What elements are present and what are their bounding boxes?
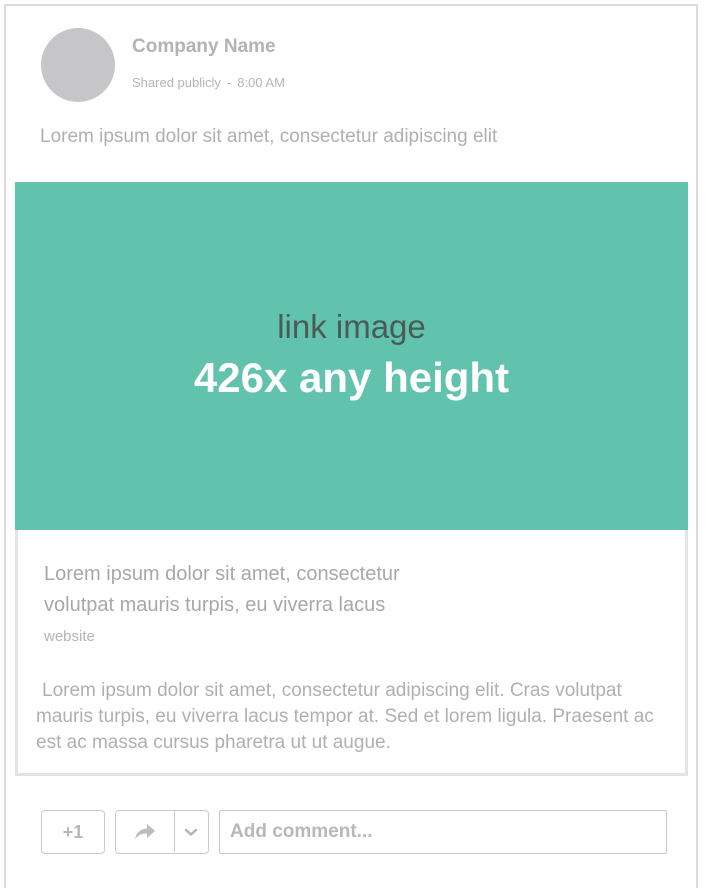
link-preview[interactable]: link image 426x any height Lorem ipsum d… bbox=[15, 182, 688, 776]
share-dropdown-button[interactable] bbox=[174, 811, 208, 852]
link-description: Lorem ipsum dolor sit amet, consectetur … bbox=[36, 680, 654, 753]
post-text: Lorem ipsum dolor sit amet, consectetur … bbox=[40, 126, 498, 147]
plus-one-button[interactable]: +1 bbox=[41, 810, 105, 854]
link-domain: website bbox=[44, 628, 95, 645]
comment-input[interactable] bbox=[219, 810, 667, 854]
post-meta: Shared publicly -8:00 AM bbox=[132, 75, 285, 90]
visibility-label: Shared publicly bbox=[132, 75, 221, 90]
company-name[interactable]: Company Name bbox=[132, 36, 276, 58]
share-button-group bbox=[115, 810, 209, 854]
chevron-down-icon bbox=[184, 828, 198, 836]
link-image-size: 426x any height bbox=[193, 354, 510, 401]
link-image[interactable]: link image 426x any height bbox=[15, 182, 688, 530]
meta-separator: - bbox=[226, 75, 232, 90]
post-time[interactable]: 8:00 AM bbox=[237, 75, 285, 90]
link-image-caption: link image bbox=[277, 308, 426, 345]
share-arrow-icon bbox=[135, 823, 155, 839]
link-title[interactable]: Lorem ipsum dolor sit amet, consectetur … bbox=[44, 559, 474, 621]
share-button[interactable] bbox=[116, 811, 175, 852]
avatar[interactable] bbox=[41, 28, 115, 102]
